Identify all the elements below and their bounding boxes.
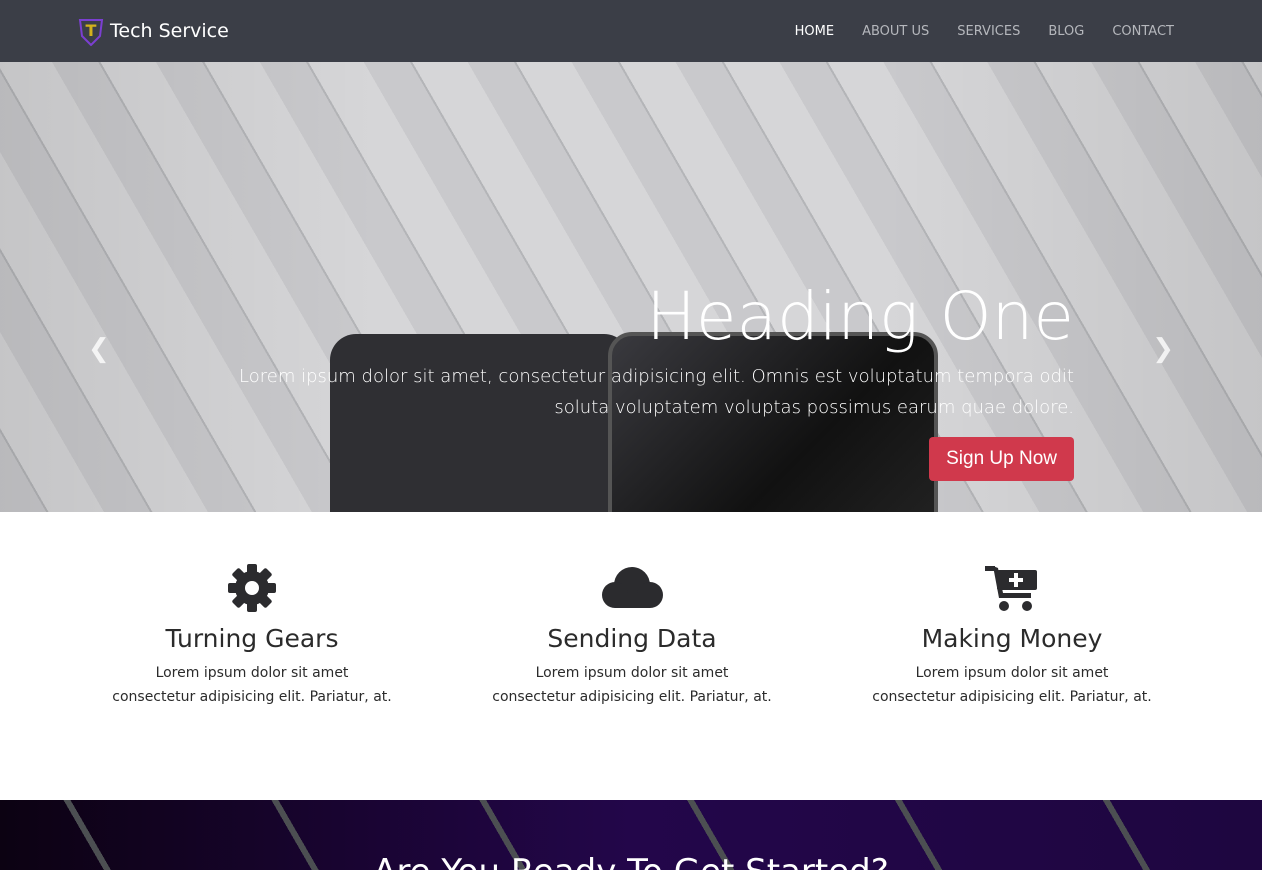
feature-title: Turning Gears [165, 624, 339, 653]
carousel-prev-icon[interactable]: ❮ [88, 334, 110, 364]
feature-card: Making Money Lorem ipsum dolor sit amet … [852, 562, 1172, 800]
hero-carousel: ❮ ❯ Heading One Lorem ipsum dolor sit am… [0, 62, 1262, 512]
svg-text:T: T [86, 21, 97, 40]
feature-title: Sending Data [547, 624, 717, 653]
nav-home[interactable]: HOME [795, 24, 834, 39]
cart-plus-icon [985, 566, 1037, 611]
feature-text: Lorem ipsum dolor sit amet consectetur a… [492, 665, 772, 705]
nav-about-us[interactable]: ABOUT US [862, 24, 929, 39]
hero-heading: Heading One [646, 278, 1074, 355]
brand-name: Tech Service [110, 20, 229, 42]
feature-title: Making Money [921, 624, 1103, 653]
nav-contact[interactable]: CONTACT [1112, 24, 1174, 39]
nav-services[interactable]: SERVICES [957, 24, 1020, 39]
banner-heading: Are You Ready To Get Started? [0, 852, 1262, 870]
sign-up-button[interactable]: Sign Up Now [929, 437, 1074, 481]
carousel-next-icon[interactable]: ❯ [1152, 334, 1174, 364]
hero-text: Lorem ipsum dolor sit amet, consectetur … [239, 366, 1074, 418]
navbar: T Tech Service HOME ABOUT US SERVICES BL… [0, 0, 1262, 62]
hero-caption: Heading One Lorem ipsum dolor sit amet, … [234, 277, 1074, 481]
cloud-icon [602, 567, 663, 608]
feature-text: Lorem ipsum dolor sit amet consectetur a… [112, 665, 392, 705]
feature-card: Sending Data Lorem ipsum dolor sit amet … [472, 562, 792, 800]
get-started-banner: Are You Ready To Get Started? [0, 800, 1262, 870]
brand-link[interactable]: T Tech Service [78, 16, 229, 46]
logo-icon: T [78, 19, 104, 46]
nav-blog[interactable]: BLOG [1048, 24, 1084, 39]
gear-icon [228, 564, 276, 612]
feature-card: Turning Gears Lorem ipsum dolor sit amet… [92, 562, 412, 800]
feature-text: Lorem ipsum dolor sit amet consectetur a… [872, 665, 1152, 705]
features-section: Turning Gears Lorem ipsum dolor sit amet… [0, 512, 1262, 800]
